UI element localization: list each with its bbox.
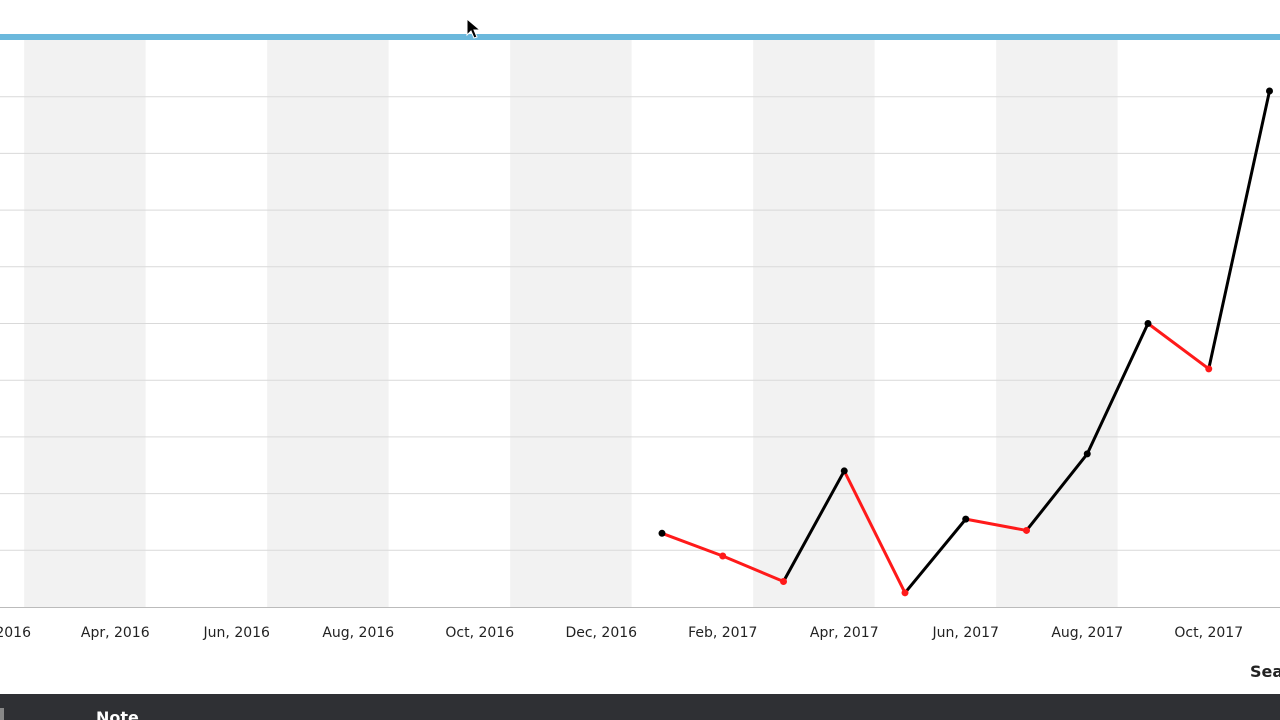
x-tick-label: Aug, 2016 (322, 625, 394, 641)
data-point[interactable] (962, 515, 970, 523)
note-column-header: Note (96, 708, 139, 720)
bottom-table-header: Note (0, 694, 1280, 720)
series-segment-up (903, 517, 968, 595)
data-point[interactable] (1205, 365, 1213, 373)
x-tick-labels: 2016 Apr, 2016 Jun, 2016 Aug, 2016 Oct, 2016… (0, 625, 1243, 641)
column-header-fragment (0, 708, 4, 720)
series-points (658, 87, 1273, 597)
mouse-cursor-icon (466, 18, 482, 39)
chart: 2016 Apr, 2016 Jun, 2016 Aug, 2016 Oct, 2016… (0, 34, 1280, 681)
series-segment-down (1146, 322, 1211, 371)
x-tick-label: Oct, 2017 (1174, 625, 1243, 641)
data-point[interactable] (780, 577, 787, 585)
data-point[interactable] (1266, 87, 1273, 95)
x-tick-label: 2016 (0, 625, 31, 641)
x-tick-label: Oct, 2016 (445, 625, 514, 641)
x-tick-label: Jun, 2016 (203, 625, 270, 641)
x-tick-label: Feb, 2017 (688, 625, 757, 641)
x-tick-label: Dec, 2016 (565, 625, 637, 641)
data-point[interactable] (1083, 450, 1091, 458)
series-segment-up (1207, 89, 1271, 371)
x-tick-label: Apr, 2017 (810, 625, 879, 641)
data-point[interactable] (840, 467, 848, 475)
data-point[interactable] (1144, 320, 1152, 327)
data-point[interactable] (658, 529, 666, 537)
x-tick-label: Aug, 2017 (1051, 625, 1123, 641)
x-tick-label: Jun, 2017 (932, 625, 999, 641)
data-point[interactable] (1023, 526, 1030, 534)
x-axis-title: Sea (1250, 662, 1280, 681)
series-segment-down (660, 531, 725, 558)
x-tick-label: Apr, 2016 (81, 625, 150, 641)
data-point[interactable] (719, 552, 727, 560)
data-point[interactable] (901, 589, 909, 597)
